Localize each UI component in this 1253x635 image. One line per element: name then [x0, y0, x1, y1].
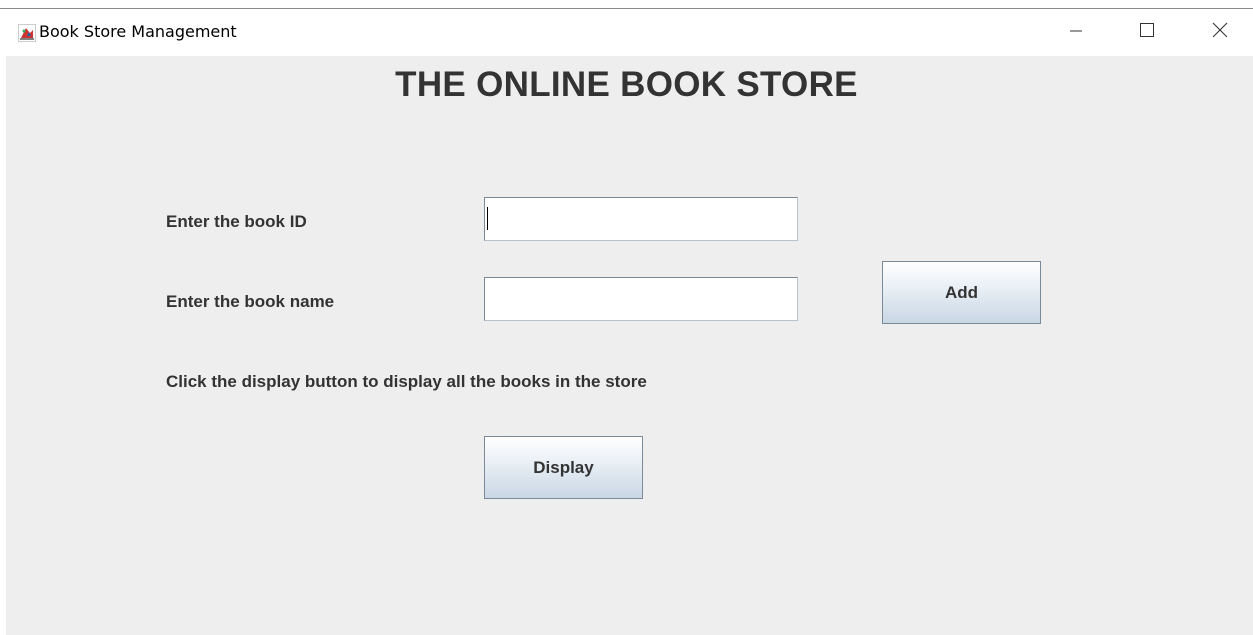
minimize-button[interactable]: [1053, 9, 1099, 56]
window-title: Book Store Management: [39, 22, 237, 41]
title-bar[interactable]: Book Store Management: [0, 9, 1253, 56]
book-name-input[interactable]: [484, 277, 798, 321]
book-id-input[interactable]: [484, 197, 798, 241]
text-caret: [487, 207, 488, 230]
add-button[interactable]: Add: [882, 261, 1041, 324]
book-name-label: Enter the book name: [166, 292, 335, 311]
display-instruction-label: Click the display button to display all …: [166, 372, 647, 391]
close-icon: [1212, 22, 1228, 43]
minimize-icon: [1070, 24, 1082, 42]
content-panel: THE ONLINE BOOK STORE Enter the book ID …: [6, 56, 1253, 635]
book-id-field-wrapper: [484, 197, 798, 241]
display-button[interactable]: Display: [484, 436, 643, 499]
java-cup-icon: [18, 24, 36, 42]
maximize-button[interactable]: [1124, 9, 1170, 56]
maximize-icon: [1139, 22, 1155, 43]
book-id-label: Enter the book ID: [166, 212, 307, 231]
page-title: THE ONLINE BOOK STORE: [395, 65, 858, 104]
app-window: Book Store Management THE ONLINE BOOK ST…: [0, 0, 1253, 635]
close-button[interactable]: [1197, 9, 1243, 56]
